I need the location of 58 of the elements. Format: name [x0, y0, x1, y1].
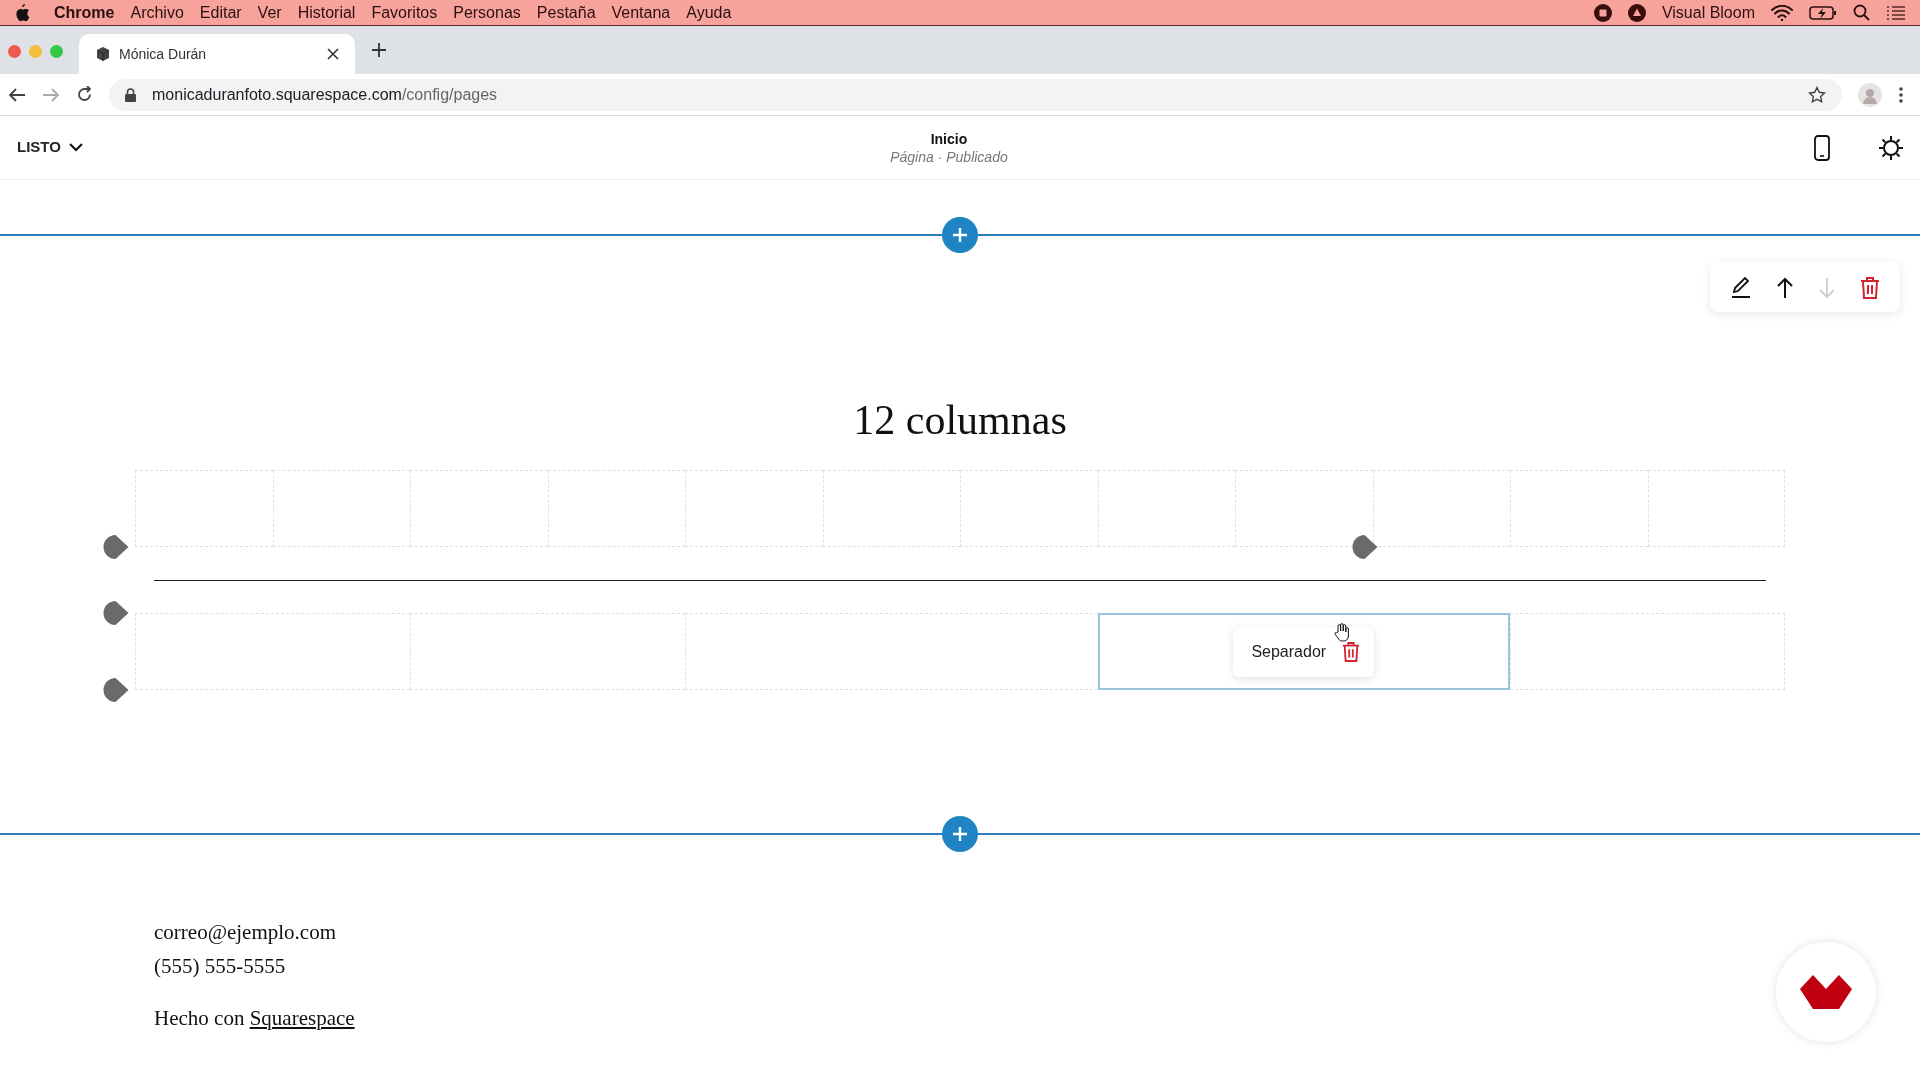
squarespace-link[interactable]: Squarespace [249, 1006, 355, 1030]
heart-logo-icon [1800, 975, 1852, 1009]
menu-item[interactable]: Archivo [130, 0, 184, 25]
wifi-icon[interactable] [1771, 4, 1793, 21]
menu-item[interactable]: Personas [453, 0, 521, 25]
menu-item[interactable]: Editar [199, 0, 242, 25]
star-icon[interactable] [1808, 85, 1826, 104]
menu-item[interactable]: Ayuda [686, 0, 732, 25]
resize-handle[interactable] [101, 677, 131, 703]
page-status: Página · Publicado [889, 147, 1009, 166]
mobile-preview-icon[interactable] [1814, 134, 1830, 161]
menu-item[interactable]: Pestaña [536, 0, 596, 25]
stop-icon[interactable] [1593, 3, 1612, 22]
back-icon[interactable] [8, 86, 26, 103]
help-button[interactable] [1776, 942, 1876, 1042]
cube-icon [95, 46, 111, 62]
resize-handle[interactable] [101, 534, 131, 560]
menu-item[interactable]: Ver [257, 0, 282, 25]
chevron-down-icon [68, 143, 83, 152]
list-icon[interactable] [1886, 4, 1906, 21]
browser-tab[interactable]: Mónica Durán [79, 34, 355, 74]
done-button[interactable]: LISTO [16, 135, 84, 160]
app-menu[interactable]: Chrome [54, 0, 115, 25]
footer-email: correo@ejemplo.com [154, 919, 338, 946]
reload-icon[interactable] [76, 86, 93, 103]
lock-icon [125, 87, 136, 102]
arrow-up-icon [1776, 276, 1794, 299]
trash-icon [1860, 276, 1880, 299]
resize-handle[interactable] [1350, 534, 1380, 560]
arrow-down-icon [1818, 276, 1836, 299]
status-text: Visual Bloom [1661, 2, 1755, 23]
resize-handle[interactable] [101, 600, 131, 626]
menu-item[interactable]: Historial [297, 0, 356, 25]
separator-block[interactable]: Separador [1097, 613, 1510, 690]
footer-phone: (555) 555-5555 [154, 953, 287, 980]
pencil-icon [1730, 275, 1752, 300]
block-label: Separador [1251, 641, 1327, 662]
menu-item[interactable]: Ventana [611, 0, 671, 25]
settings-icon[interactable] [1878, 134, 1904, 161]
new-tab-icon[interactable] [371, 42, 387, 58]
plus-icon [951, 825, 969, 843]
footer-credit: Hecho con Squarespace [154, 1005, 356, 1032]
plus-icon [951, 226, 969, 244]
add-section-button[interactable] [942, 816, 978, 852]
close-icon[interactable] [327, 48, 339, 60]
section-heading: 12 columnas [852, 396, 1068, 444]
menu-item[interactable]: Favoritos [371, 0, 438, 25]
trash-icon [1342, 642, 1361, 663]
page-title: Inicio [929, 129, 969, 148]
search-icon[interactable] [1853, 4, 1870, 21]
battery-icon[interactable] [1809, 4, 1837, 21]
address-field[interactable]: monicaduranfoto.squarespace.com/config/pages [109, 78, 1842, 111]
hand-cursor-icon [1332, 623, 1351, 643]
add-section-button[interactable] [942, 217, 978, 253]
window-control[interactable] [8, 44, 21, 58]
more-icon[interactable] [1898, 85, 1904, 104]
delete-block-button[interactable] [1342, 639, 1361, 664]
apple-logo-icon[interactable] [14, 3, 30, 22]
